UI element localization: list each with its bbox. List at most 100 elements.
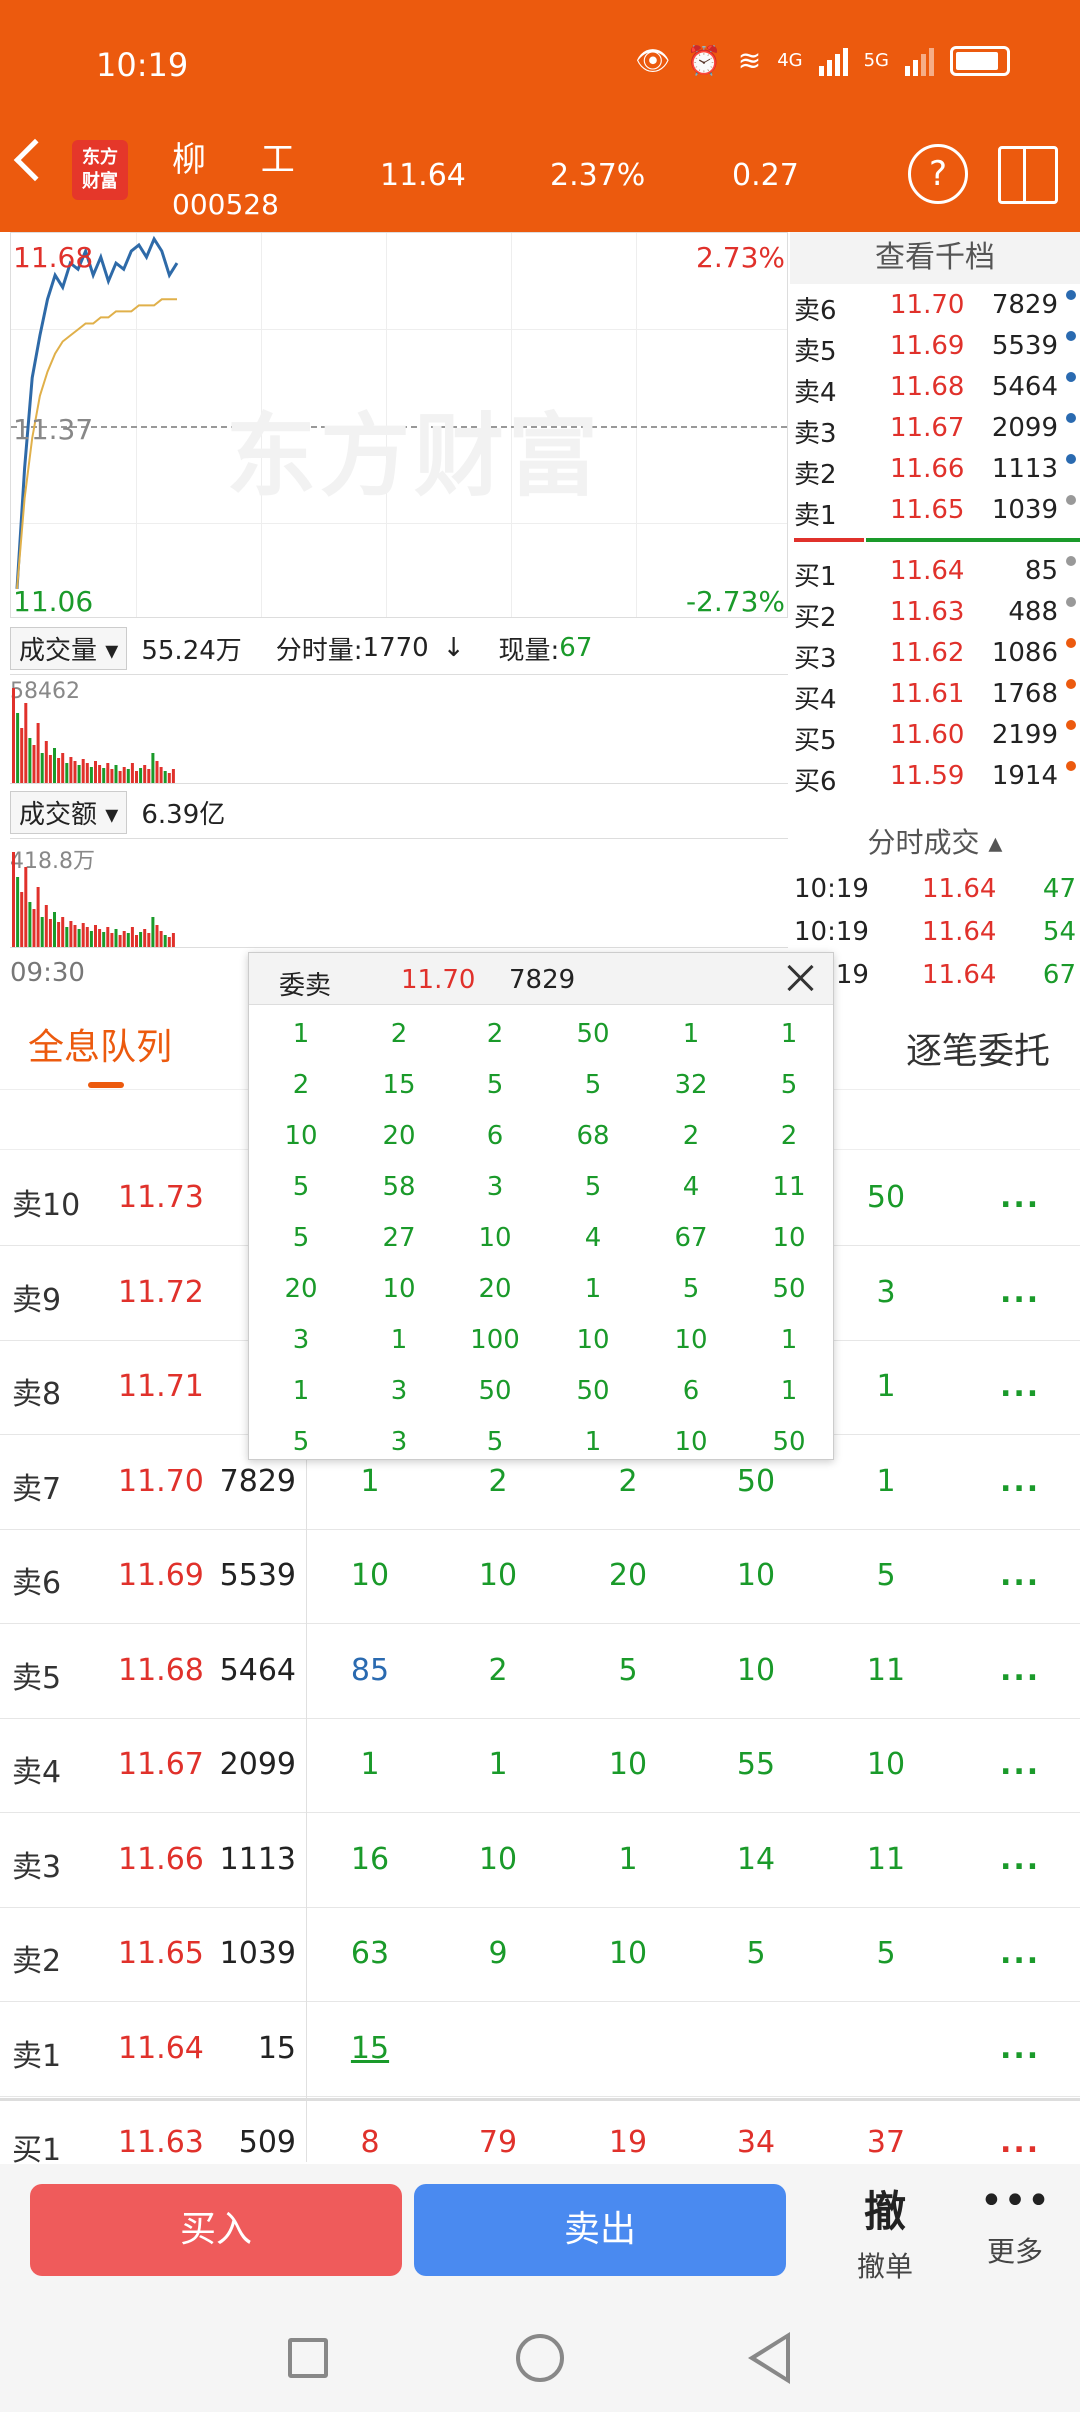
bid-row[interactable]: 买5 11.60 2199	[794, 714, 1080, 756]
queue-cell[interactable]: 5	[846, 1936, 926, 1971]
queue-row[interactable]: 卖1 11.64 15 15...	[0, 2003, 1080, 2097]
queue-cell[interactable]: 1	[846, 1369, 926, 1404]
queue-more-button[interactable]: ...	[1000, 1369, 1040, 1404]
amount-bar-chart: 418.8万	[10, 838, 788, 948]
queue-more-button[interactable]: ...	[1000, 2031, 1040, 2066]
volume-bar	[143, 929, 147, 947]
volume-bar	[65, 927, 69, 947]
queue-cell[interactable]: 1	[330, 1464, 410, 1499]
ask-row[interactable]: 卖2 11.66 1113	[794, 448, 1080, 490]
queue-row[interactable]: 卖5 11.68 5464 85 2 5 10 11...	[0, 1625, 1080, 1719]
volume-bar	[16, 713, 20, 783]
buy-button[interactable]: 买入	[30, 2184, 402, 2276]
bid-row[interactable]: 买6 11.59 1914	[794, 755, 1080, 797]
trade-row: 10:1911.6467	[794, 954, 1076, 996]
split-view-icon[interactable]	[998, 146, 1058, 204]
queue-cell[interactable]: 10	[458, 1558, 538, 1593]
popup-title: 委卖	[279, 971, 332, 1001]
bid-volume: 2199	[991, 720, 1058, 750]
queue-cell[interactable]: 1	[846, 1464, 926, 1499]
queue-more-button[interactable]: ...	[1000, 1842, 1040, 1877]
queue-cell[interactable]: 19	[588, 2125, 668, 2160]
back-arrow-icon[interactable]	[13, 138, 57, 182]
ask-row[interactable]: 卖4 11.68 5464	[794, 366, 1080, 408]
ask-row[interactable]: 卖5 11.69 5539	[794, 325, 1080, 367]
time-sales-title[interactable]: 分时成交 ▴	[790, 820, 1080, 866]
queue-cell[interactable]: 14	[716, 1842, 796, 1877]
current-price: 11.64	[380, 158, 466, 193]
queue-cell[interactable]: 5	[588, 1653, 668, 1688]
close-icon[interactable]	[785, 963, 815, 993]
queue-cell[interactable]: 10	[716, 1558, 796, 1593]
intraday-chart[interactable]: 东方财富 11.68 11.37 11.06 2.73% -2.73%	[10, 232, 788, 618]
signal-icon	[818, 46, 848, 76]
queue-more-button[interactable]: ...	[1000, 1180, 1040, 1215]
queue-cell[interactable]: 8	[330, 2125, 410, 2160]
amount-info-row: 成交额 ▾ 6.39亿	[10, 786, 788, 838]
queue-cell[interactable]: 2	[458, 1653, 538, 1688]
queue-cell[interactable]: 1	[458, 1747, 538, 1782]
cancel-order-button[interactable]: 撤 撤单	[840, 2178, 930, 2285]
queue-cell[interactable]: 9	[458, 1936, 538, 1971]
queue-cell[interactable]: 15	[330, 2031, 410, 2066]
queue-row[interactable]: 卖3 11.66 1113 16 10 1 14 11...	[0, 1814, 1080, 1908]
queue-more-button[interactable]: ...	[1000, 1275, 1040, 1310]
queue-cell[interactable]: 5	[846, 1558, 926, 1593]
queue-cell[interactable]: 37	[846, 2125, 926, 2160]
queue-cell[interactable]: 79	[458, 2125, 538, 2160]
queue-cell[interactable]: 34	[716, 2125, 796, 2160]
queue-cell[interactable]: 10	[458, 1842, 538, 1877]
queue-more-button[interactable]: ...	[1000, 2125, 1040, 2160]
queue-cell[interactable]: 2	[588, 1464, 668, 1499]
queue-cell[interactable]: 10	[588, 1936, 668, 1971]
queue-cell[interactable]: 55	[716, 1747, 796, 1782]
tab-order-by-order[interactable]: 逐笔委托	[906, 1022, 1050, 1074]
queue-more-button[interactable]: ...	[1000, 1936, 1040, 1971]
bid-row[interactable]: 买2 11.63 488	[794, 591, 1080, 633]
ask-row[interactable]: 卖1 11.65 1039	[794, 489, 1080, 531]
more-button[interactable]: ••• 更多	[970, 2178, 1060, 2270]
bid-row[interactable]: 买3 11.62 1086	[794, 632, 1080, 674]
ask-row[interactable]: 卖6 11.70 7829	[794, 284, 1080, 326]
queue-more-button[interactable]: ...	[1000, 1653, 1040, 1688]
queue-more-button[interactable]: ...	[1000, 1558, 1040, 1593]
volume-selector[interactable]: 成交量 ▾	[10, 626, 128, 670]
popup-cell: 5	[584, 1070, 602, 1100]
queue-cell[interactable]: 1	[588, 1842, 668, 1877]
queue-cell[interactable]: 63	[330, 1936, 410, 1971]
queue-cell[interactable]: 1	[330, 1747, 410, 1782]
sell-button[interactable]: 卖出	[414, 2184, 786, 2276]
queue-cell[interactable]: 3	[846, 1275, 926, 1310]
queue-cell[interactable]: 11	[846, 1653, 926, 1688]
popup-header: 委卖 11.70 7829	[249, 953, 833, 1005]
queue-more-button[interactable]: ...	[1000, 1747, 1040, 1782]
queue-cell[interactable]: 50	[846, 1180, 926, 1215]
queue-more-button[interactable]: ...	[1000, 1464, 1040, 1499]
queue-cell[interactable]: 10	[588, 1747, 668, 1782]
bid-dot-icon	[1066, 597, 1076, 607]
queue-cell[interactable]: 5	[716, 1936, 796, 1971]
nav-back-icon[interactable]	[748, 2332, 790, 2384]
queue-cell[interactable]: 10	[846, 1747, 926, 1782]
amount-selector[interactable]: 成交额 ▾	[10, 790, 128, 834]
queue-cell[interactable]: 20	[588, 1558, 668, 1593]
queue-cell[interactable]: 11	[846, 1842, 926, 1877]
help-icon[interactable]: ?	[908, 144, 968, 204]
queue-row[interactable]: 卖4 11.67 2099 1 1 10 55 10...	[0, 1719, 1080, 1813]
queue-row[interactable]: 卖6 11.69 5539 10 10 20 10 5...	[0, 1530, 1080, 1624]
recents-icon[interactable]	[288, 2338, 328, 2378]
queue-cell[interactable]: 85	[330, 1653, 410, 1688]
bid-row[interactable]: 买1 11.64 85	[794, 550, 1080, 592]
queue-row[interactable]: 卖2 11.65 1039 63 9 10 5 5...	[0, 1908, 1080, 2002]
queue-cell[interactable]: 10	[716, 1653, 796, 1688]
queue-cell[interactable]: 2	[458, 1464, 538, 1499]
view-depth-button[interactable]: 查看千档	[790, 232, 1080, 284]
tab-full-queue[interactable]: 全息队列	[28, 1018, 172, 1070]
queue-cell[interactable]: 16	[330, 1842, 410, 1877]
ask-row[interactable]: 卖3 11.67 2099	[794, 407, 1080, 449]
queue-cell[interactable]: 10	[330, 1558, 410, 1593]
bid-row[interactable]: 买4 11.61 1768	[794, 673, 1080, 715]
home-icon[interactable]	[516, 2334, 564, 2382]
queue-cell[interactable]: 50	[716, 1464, 796, 1499]
price-mid-label: 11.37	[13, 413, 94, 446]
